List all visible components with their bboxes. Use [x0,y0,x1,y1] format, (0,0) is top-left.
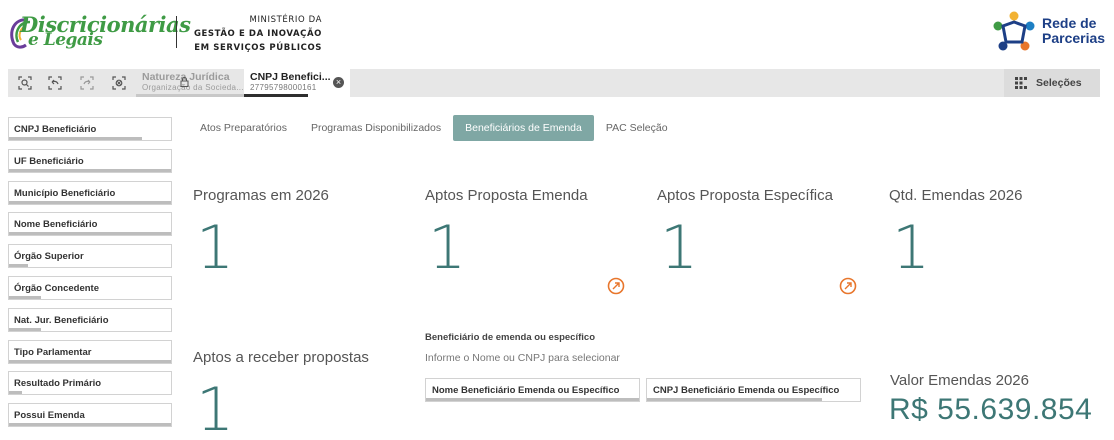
chip-state-bar [136,94,244,97]
filter-state-bar [426,398,639,401]
filter-listbox[interactable]: Nome Beneficiário [8,212,172,237]
filter-listbox[interactable]: Tipo Parlamentar [8,339,172,364]
kpi-aptos-especifica-title: Aptos Proposta Específica [657,187,833,204]
valor-emendas-value: R$ 55.639.854 [889,393,1093,426]
filter-listbox[interactable]: Órgão Concedente [8,275,172,300]
lock-icon[interactable] [180,77,189,87]
chip-subtitle: Organização da Socieda... [142,83,244,92]
selection-chip-cnpj[interactable]: CNPJ Benefici... 27795798000161 × [244,69,350,97]
kpi-programas-value: 1 [196,213,235,283]
filter-listbox[interactable]: Resultado Primário [8,371,172,396]
filter-label: Nome Beneficiário Emenda ou Específico [432,385,620,396]
selections-button[interactable]: Seleções [1004,69,1100,97]
tab-2[interactable]: Beneficiários de Emenda [453,115,594,141]
filter-state-bar [9,200,171,204]
link-icon[interactable] [607,277,625,295]
step-back-button[interactable] [46,74,64,92]
kpi-aptos-receber-value: 1 [196,375,235,440]
kpi-programas-title: Programas em 2026 [193,187,329,204]
smart-search-icon [18,76,32,90]
filter-label: Nat. Jur. Beneficiário [14,314,109,326]
kpi-aptos-receber-title: Aptos a receber propostas [193,349,369,366]
kpi-qtd-emendas-value: 1 [892,213,931,283]
filter-listbox[interactable]: UF Beneficiário [8,148,172,173]
discricionarias-logo: Discricionárias e Legais [8,12,191,52]
kpi-aptos-emenda-value: 1 [428,213,467,283]
brand-line-2: e Legais [28,30,103,50]
sheet-tabs: Atos Preparatórios Programas Disponibiliz… [188,115,680,141]
filter-state-bar [9,232,171,236]
filter-state-bar [9,295,42,299]
rede-parcerias-logo: Rede de Parcerias [990,10,1106,54]
ministry-line-1: MINISTÉRIO DA [249,15,322,25]
people-star-icon [993,11,1035,51]
selection-chip-natureza[interactable]: Natureza Jurídica Organização da Socieda… [136,69,244,97]
ministry-line-2: GESTÃO E DA INOVAÇÃO [193,29,322,39]
app-header: Discricionárias e Legais MINISTÉRIO DA G… [0,0,1114,68]
filter-label: Órgão Superior [14,251,84,263]
filter-listbox[interactable]: CNPJ Beneficiário [8,117,172,141]
kpi-aptos-especifica-value: 1 [660,213,699,283]
filter-state-bar [9,391,22,395]
beneficiario-section-title: Beneficiário de emenda ou específico [425,332,595,343]
selections-label: Seleções [1036,77,1082,89]
filter-listbox[interactable]: Município Beneficiário [8,180,172,205]
filter-listbox[interactable]: Possui Emenda [8,403,172,428]
step-forward-button[interactable] [78,74,96,92]
tab-0[interactable]: Atos Preparatórios [188,115,299,141]
ministry-line-3: EM SERVIÇOS PÚBLICOS [194,43,322,53]
filter-listbox[interactable]: Órgão Superior [8,244,172,269]
filter-label: Tipo Parlamentar [14,346,92,358]
valor-emendas-title: Valor Emendas 2026 [890,372,1029,389]
filter-state-bar [9,327,42,331]
filter-label: Município Beneficiário [14,187,116,199]
link-icon[interactable] [839,277,857,295]
step-forward-icon [80,76,94,90]
partner-line-2: Parcerias [1042,30,1106,46]
filter-label: UF Beneficiário [14,155,84,167]
filter-listbox[interactable]: Nat. Jur. Beneficiário [8,307,172,332]
header-divider [176,16,177,48]
filter-state-bar [9,168,171,172]
smart-search-button[interactable] [16,74,34,92]
beneficiario-hint: Informe o Nome ou CNPJ para selecionar [425,352,620,364]
filter-state-bar [9,423,171,427]
tab-3[interactable]: PAC Seleção [594,115,680,141]
filter-state-bar [9,359,171,363]
filter-label: CNPJ Beneficiário Emenda ou Específico [653,385,840,396]
filter-label: Possui Emenda [14,410,85,422]
filter-state-bar [9,264,29,268]
filter-label: CNPJ Beneficiário [14,124,97,135]
clear-selections-icon [112,76,126,90]
chip-title: Natureza Jurídica [142,71,230,83]
filter-panel: CNPJ Beneficiário UF Beneficiário Municípi… [8,117,172,435]
kpi-qtd-emendas-title: Qtd. Emendas 2026 [889,187,1023,204]
selection-toolbar: Natureza Jurídica Organização da Socieda… [8,69,1100,97]
filter-state-bar [9,137,142,140]
filter-label: Órgão Concedente [14,282,99,294]
ministry-logo: MINISTÉRIO DA GESTÃO E DA INOVAÇÃO EM SE… [186,13,322,55]
clear-selections-button[interactable] [110,74,128,92]
nome-beneficiario-filter[interactable]: Nome Beneficiário Emenda ou Específico [425,378,640,402]
filter-label: Resultado Primário [14,378,102,390]
tab-1[interactable]: Programas Disponibilizados [299,115,453,141]
cnpj-beneficiario-filter[interactable]: CNPJ Beneficiário Emenda ou Específico [646,378,861,402]
close-icon[interactable]: × [333,77,344,88]
chip-state-bar [244,94,308,97]
filter-state-bar [647,398,822,401]
filter-label: Nome Beneficiário [14,219,98,231]
kpi-aptos-emenda-title: Aptos Proposta Emenda [425,187,588,204]
partner-line-1: Rede de [1042,15,1097,31]
step-back-icon [48,76,62,90]
selections-icon [1015,77,1027,89]
